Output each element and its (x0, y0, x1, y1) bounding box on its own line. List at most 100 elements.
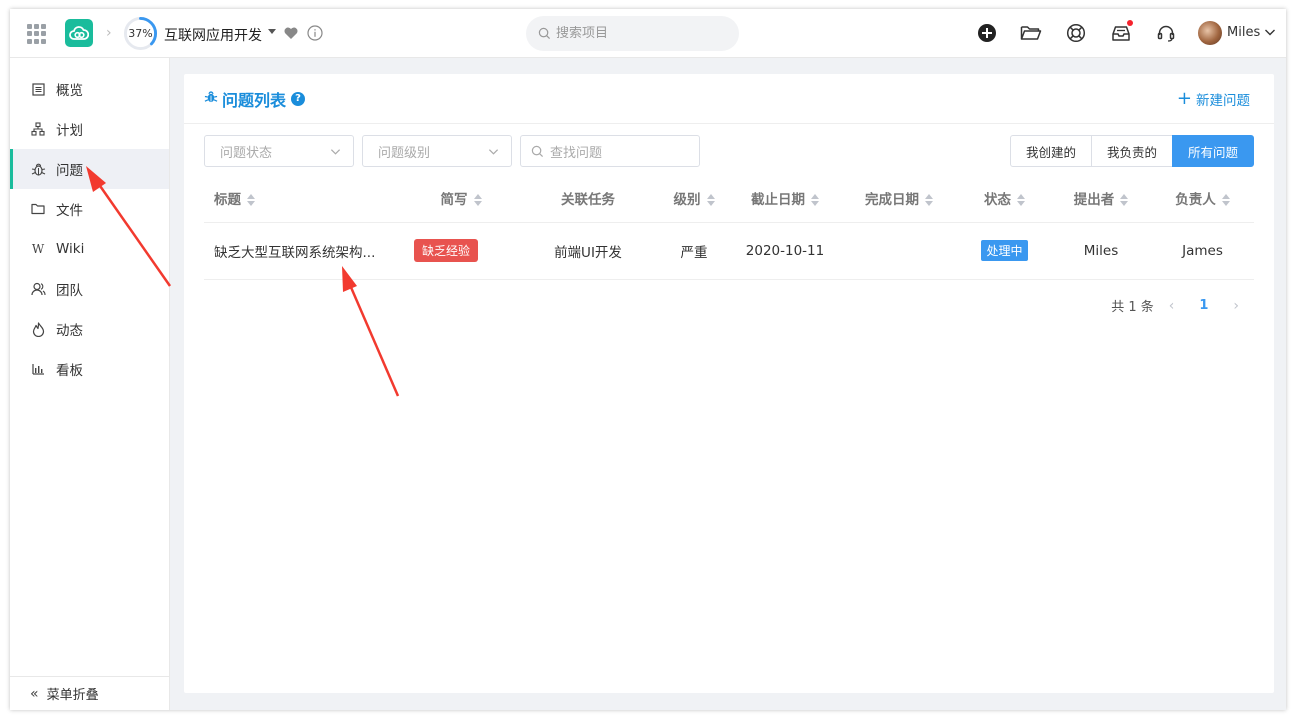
sidebar-item-label: 问题 (56, 163, 83, 179)
plan-icon (30, 121, 46, 137)
sidebar-item-issues[interactable]: 问题 (10, 149, 169, 189)
filter-bar: 问题状态 问题级别 查找问题 (204, 135, 700, 167)
bug-title-icon (204, 90, 218, 108)
collapse-menu-label: 菜单折叠 (46, 688, 99, 703)
sidebar-item-files[interactable]: 文件 (10, 189, 169, 229)
help-icon[interactable]: ? (291, 91, 306, 106)
collapse-menu-button[interactable]: « 菜单折叠 (10, 676, 169, 710)
column-header-task: 关联任务 (518, 174, 658, 223)
chevron-right-icon: › (106, 25, 112, 41)
apps-grid-icon[interactable] (27, 24, 47, 44)
page-title: 问题列表 (222, 90, 287, 110)
folder-icon (30, 201, 46, 217)
sort-icon[interactable] (925, 193, 933, 206)
level-select-placeholder: 问题级别 (378, 145, 431, 161)
pagination: 共 1 条 ‹ 1 › (1111, 296, 1254, 316)
sidebar-item-label: 文件 (56, 203, 83, 219)
sort-icon[interactable] (473, 193, 482, 206)
issue-list-panel: 问题列表 ? + 新建问题 问题状态 问题级别 查找问题 我创建的 我负责的 所… (184, 74, 1274, 693)
issue-level-cell: 严重 (658, 222, 730, 280)
status-badge: 处理中 (981, 240, 1028, 261)
sort-icon[interactable] (1120, 193, 1129, 206)
table-header-row: 标题 简写 关联任务 级别 截止日期 完成日期 状态 提出者 负责人 (204, 174, 1254, 223)
chevron-down-icon[interactable] (1264, 26, 1276, 42)
sidebar-item-overview[interactable]: 概览 (10, 69, 169, 109)
overview-icon (30, 81, 46, 97)
board-icon (30, 361, 46, 377)
issue-scope-toggle: 我创建的 我负责的 所有问题 (1009, 135, 1254, 167)
add-circle-icon[interactable] (976, 22, 998, 44)
inbox-notification-icon[interactable] (1110, 20, 1133, 44)
sidebar-item-plan[interactable]: 计划 (10, 109, 169, 149)
sort-icon[interactable] (247, 193, 255, 206)
cloud-logo-icon[interactable] (65, 19, 93, 47)
new-issue-label: 新建问题 (1196, 93, 1250, 109)
search-icon (538, 27, 551, 40)
project-search-input[interactable] (556, 26, 716, 41)
user-avatar[interactable] (1198, 21, 1222, 45)
sidebar-item-wiki[interactable]: W Wiki (10, 229, 169, 269)
chevron-down-icon (488, 148, 499, 155)
sidebar-item-team[interactable]: 团队 (10, 269, 169, 309)
next-page-icon[interactable]: › (1233, 298, 1239, 314)
search-icon (531, 145, 544, 157)
prev-page-icon[interactable]: ‹ (1169, 298, 1175, 314)
column-header-finish[interactable]: 完成日期 (840, 174, 958, 223)
activity-icon (30, 321, 46, 337)
sidebar-item-board[interactable]: 看板 (10, 349, 169, 389)
project-search-box[interactable] (526, 16, 739, 51)
panel-header: 问题列表 ? + 新建问题 (184, 74, 1274, 124)
status-select-placeholder: 问题状态 (220, 145, 273, 161)
chevron-down-icon (330, 148, 341, 155)
issue-short-cell: 缺乏经验 (404, 222, 518, 280)
issue-status-cell: 处理中 (958, 222, 1051, 280)
issue-creator-cell: Miles (1051, 222, 1151, 280)
project-name[interactable]: 互联网应用开发 (164, 25, 262, 45)
user-name[interactable]: Miles (1227, 25, 1260, 40)
sort-icon[interactable] (706, 193, 715, 206)
segment-all-issues[interactable]: 所有问题 (1171, 135, 1254, 167)
top-bar: › 37% 互联网应用开发 搜索项目 Miles (10, 9, 1286, 58)
issue-deadline-cell: 2020-10-11 (730, 222, 840, 280)
headset-icon[interactable] (1155, 22, 1177, 44)
issue-search-input[interactable]: 查找问题 (520, 135, 700, 167)
plus-icon: + (1176, 88, 1192, 109)
heart-icon[interactable] (283, 25, 299, 41)
sort-icon[interactable] (811, 193, 819, 206)
column-header-deadline[interactable]: 截止日期 (730, 174, 840, 223)
status-select[interactable]: 问题状态 (204, 135, 354, 167)
sidebar-item-label: 看板 (56, 363, 83, 379)
column-header-level[interactable]: 级别 (658, 174, 730, 223)
column-header-creator[interactable]: 提出者 (1051, 174, 1151, 223)
issue-task-cell[interactable]: 前端UI开发 (518, 222, 658, 280)
folder-open-icon[interactable] (1020, 22, 1042, 44)
wiki-icon: W (31, 242, 45, 256)
issue-search-placeholder: 查找问题 (550, 145, 603, 161)
issue-table: 标题 简写 关联任务 级别 截止日期 完成日期 状态 提出者 负责人 缺乏大型互… (204, 174, 1254, 280)
lifebuoy-icon[interactable] (1065, 22, 1087, 44)
bug-icon (30, 161, 46, 177)
page-number[interactable]: 1 (1199, 298, 1208, 313)
new-issue-button[interactable]: + 新建问题 (1176, 88, 1250, 110)
column-header-title[interactable]: 标题 (204, 174, 404, 223)
sort-icon[interactable] (1221, 193, 1230, 206)
sidebar-item-label: 概览 (56, 83, 83, 99)
app-window: › 37% 互联网应用开发 搜索项目 Miles 概览 计划 问题 文件 W W… (10, 9, 1286, 710)
issue-title-cell[interactable]: 缺乏大型互联网系统架构... (204, 222, 404, 280)
table-row[interactable]: 缺乏大型互联网系统架构... 缺乏经验 前端UI开发 严重 2020-10-11… (204, 222, 1254, 280)
issue-finish-cell (840, 222, 958, 280)
sidebar-item-label: 计划 (56, 123, 83, 139)
info-icon[interactable] (307, 25, 323, 41)
level-select[interactable]: 问题级别 (362, 135, 512, 167)
column-header-status[interactable]: 状态 (958, 174, 1051, 223)
sidebar-item-activity[interactable]: 动态 (10, 309, 169, 349)
project-dropdown-caret-icon[interactable] (268, 29, 276, 34)
project-progress-ring: 37% (123, 16, 158, 51)
double-chevron-left-icon: « (30, 685, 39, 702)
column-header-short[interactable]: 简写 (404, 174, 518, 223)
short-tag: 缺乏经验 (414, 239, 479, 262)
sort-icon[interactable] (1017, 193, 1025, 206)
segment-assigned-to-me[interactable]: 我负责的 (1090, 135, 1173, 167)
column-header-owner[interactable]: 负责人 (1151, 174, 1254, 223)
segment-created-by-me[interactable]: 我创建的 (1009, 135, 1092, 167)
